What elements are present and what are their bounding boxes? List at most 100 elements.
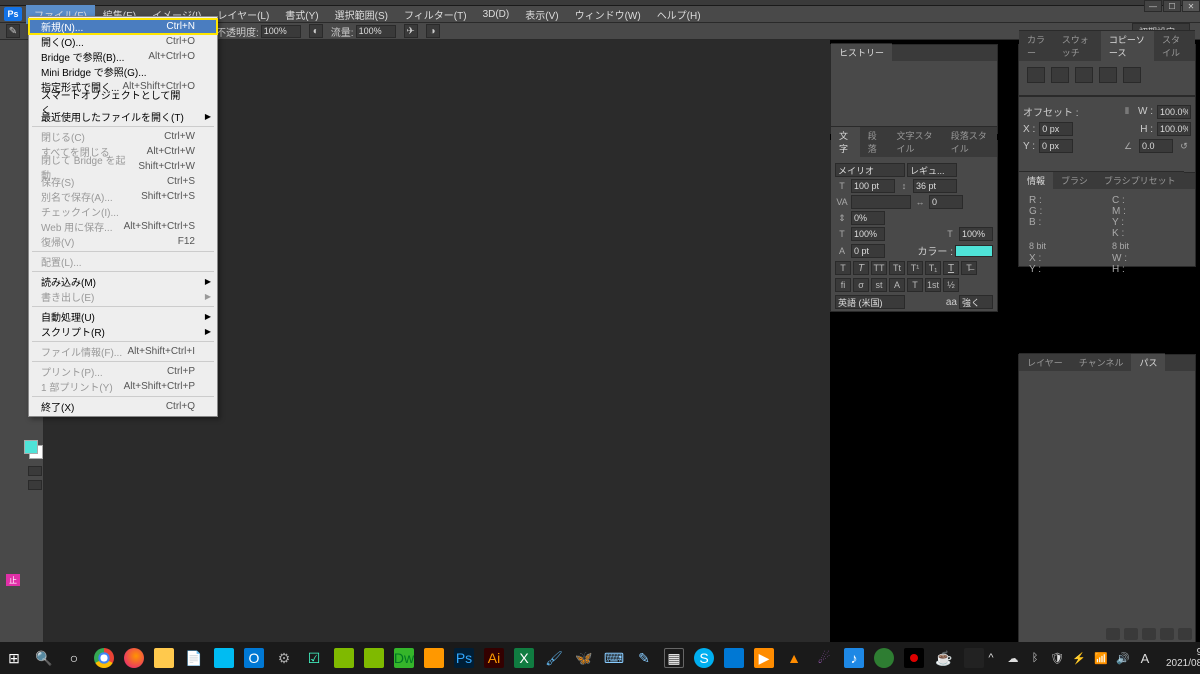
- copysource-slot-5[interactable]: [1123, 67, 1141, 83]
- record-icon[interactable]: [904, 648, 924, 668]
- file-minibridge[interactable]: Mini Bridge で参照(G)...: [29, 64, 217, 79]
- file-close-bridge[interactable]: 閉じて Bridge を起動...Shift+Ctrl+W: [29, 159, 217, 174]
- music-icon[interactable]: ♪: [844, 648, 864, 668]
- copysource-slot-1[interactable]: [1027, 67, 1045, 83]
- tab-charstyle[interactable]: 文字スタイル: [889, 126, 943, 157]
- baseline[interactable]: [851, 244, 885, 258]
- link-icon[interactable]: ⦀: [1120, 106, 1134, 118]
- file-open[interactable]: 開く(O)...Ctrl+O: [29, 34, 217, 49]
- code-icon[interactable]: ✎: [634, 648, 654, 668]
- file-automate[interactable]: 自動処理(U)▶: [29, 309, 217, 324]
- app-green-icon[interactable]: [334, 648, 354, 668]
- paint-icon[interactable]: 🖌: [544, 648, 564, 668]
- file-place[interactable]: 配置(L)...: [29, 254, 217, 269]
- file-print-one[interactable]: 1 部プリント(Y)Alt+Shift+Ctrl+P: [29, 379, 217, 394]
- tray-bt-icon[interactable]: ᛒ: [1028, 651, 1042, 665]
- file-save[interactable]: 保存(S)Ctrl+S: [29, 174, 217, 189]
- copysrc-x[interactable]: [1039, 122, 1073, 136]
- menu-3d[interactable]: 3D(D): [475, 7, 518, 22]
- path-stroke-icon[interactable]: [1124, 628, 1138, 640]
- file-new[interactable]: 新規(N)...Ctrl+N: [29, 19, 217, 34]
- copysrc-h[interactable]: [1157, 122, 1191, 136]
- ot-7[interactable]: ½: [943, 278, 959, 292]
- illustrator-icon[interactable]: Ai: [484, 648, 504, 668]
- antialias[interactable]: [959, 295, 993, 309]
- file-browse-bridge[interactable]: Bridge で参照(B)...Alt+Ctrl+O: [29, 49, 217, 64]
- file-revert[interactable]: 復帰(V)F12: [29, 234, 217, 249]
- font-size[interactable]: [851, 179, 895, 193]
- ot-1[interactable]: fi: [835, 278, 851, 292]
- tab-character[interactable]: 文字: [831, 126, 860, 157]
- obs-icon[interactable]: ▦: [664, 648, 684, 668]
- path-trash-icon[interactable]: [1178, 628, 1192, 640]
- pressure-opacity-icon[interactable]: ◑: [426, 24, 440, 38]
- menu-window[interactable]: ウィンドウ(W): [567, 5, 649, 24]
- settings-icon[interactable]: ⚙: [274, 648, 294, 668]
- vlc-icon[interactable]: ▲: [784, 648, 804, 668]
- file-exit[interactable]: 終了(X)Ctrl+Q: [29, 399, 217, 414]
- tray-expand-icon[interactable]: ^: [984, 651, 998, 665]
- text-color-swatch[interactable]: [955, 245, 993, 257]
- strikethrough[interactable]: T̶: [961, 261, 977, 275]
- tab-style[interactable]: スタイル: [1154, 30, 1195, 61]
- tab-history[interactable]: ヒストリー: [831, 43, 892, 61]
- flow-input[interactable]: [356, 25, 396, 38]
- subscript[interactable]: T₁: [925, 261, 941, 275]
- file-save-web[interactable]: Web 用に保存...Alt+Shift+Ctrl+S: [29, 219, 217, 234]
- dreamweaver-icon[interactable]: Dw: [394, 648, 414, 668]
- photos-icon[interactable]: [214, 648, 234, 668]
- tray-volume-icon[interactable]: 🔊: [1116, 651, 1130, 665]
- scale-h[interactable]: [851, 227, 885, 241]
- tool-preset-icon[interactable]: ✎: [6, 24, 20, 38]
- allcaps[interactable]: TT: [871, 261, 887, 275]
- scale-v[interactable]: [851, 211, 885, 225]
- tray-shield-icon[interactable]: 🛡: [1050, 651, 1064, 665]
- tab-info[interactable]: 情報: [1019, 171, 1053, 189]
- path-selection-icon[interactable]: [1142, 628, 1156, 640]
- file-close[interactable]: 閉じる(C)Ctrl+W: [29, 129, 217, 144]
- tab-brush[interactable]: ブラシ: [1053, 171, 1096, 189]
- copysrc-angle[interactable]: [1139, 139, 1173, 153]
- ot-6[interactable]: 1st: [925, 278, 941, 292]
- faux-bold[interactable]: T: [835, 261, 851, 275]
- file-scripts[interactable]: スクリプト(R)▶: [29, 324, 217, 339]
- smallcaps[interactable]: Tt: [889, 261, 905, 275]
- language[interactable]: [835, 295, 905, 309]
- notepad-icon[interactable]: 📄: [184, 648, 204, 668]
- path-new-icon[interactable]: [1160, 628, 1174, 640]
- menu-help[interactable]: ヘルプ(H): [649, 5, 709, 24]
- reset-icon[interactable]: ↺: [1177, 140, 1191, 152]
- todo-icon[interactable]: ☑: [304, 648, 324, 668]
- butterfly-icon[interactable]: 🦋: [574, 648, 594, 668]
- window-maximize[interactable]: ☐: [1163, 0, 1181, 12]
- file-open-smartobj[interactable]: スマートオブジェクトとして開く...: [29, 94, 217, 109]
- cortana-icon[interactable]: ○: [64, 648, 84, 668]
- tab-paragraph[interactable]: 段落: [860, 126, 889, 157]
- font-style[interactable]: [907, 163, 957, 177]
- tab-paths[interactable]: パス: [1131, 353, 1165, 371]
- tab-color[interactable]: カラー: [1019, 30, 1054, 61]
- tracking[interactable]: [929, 195, 963, 209]
- skype-icon[interactable]: S: [694, 648, 714, 668]
- ime-indicator[interactable]: A: [1138, 651, 1152, 665]
- file-info[interactable]: ファイル情報(F)...Alt+Shift+Ctrl+I: [29, 344, 217, 359]
- copysrc-w[interactable]: [1157, 105, 1191, 119]
- menu-select[interactable]: 選択範囲(S): [327, 5, 396, 24]
- superscript[interactable]: T¹: [907, 261, 923, 275]
- kerning[interactable]: [851, 195, 911, 209]
- ot-4[interactable]: A: [889, 278, 905, 292]
- copysource-slot-4[interactable]: [1099, 67, 1117, 83]
- tab-channels[interactable]: チャンネル: [1071, 353, 1132, 371]
- tray-cloud-icon[interactable]: ☁: [1006, 651, 1020, 665]
- ot-5[interactable]: T: [907, 278, 923, 292]
- tab-parastyle[interactable]: 段落スタイル: [943, 126, 997, 157]
- screenmode-toggle[interactable]: [28, 480, 42, 490]
- file-open-recent[interactable]: 最近使用したファイルを開く(T)▶: [29, 109, 217, 124]
- scale-h2[interactable]: [959, 227, 993, 241]
- quickmask-toggle[interactable]: [28, 466, 42, 476]
- window-minimize[interactable]: —: [1144, 0, 1162, 12]
- copysource-slot-3[interactable]: [1075, 67, 1093, 83]
- clock[interactable]: 9:412021/08/22: [1160, 647, 1200, 669]
- outlook-icon[interactable]: O: [244, 648, 264, 668]
- file-import[interactable]: 読み込み(M)▶: [29, 274, 217, 289]
